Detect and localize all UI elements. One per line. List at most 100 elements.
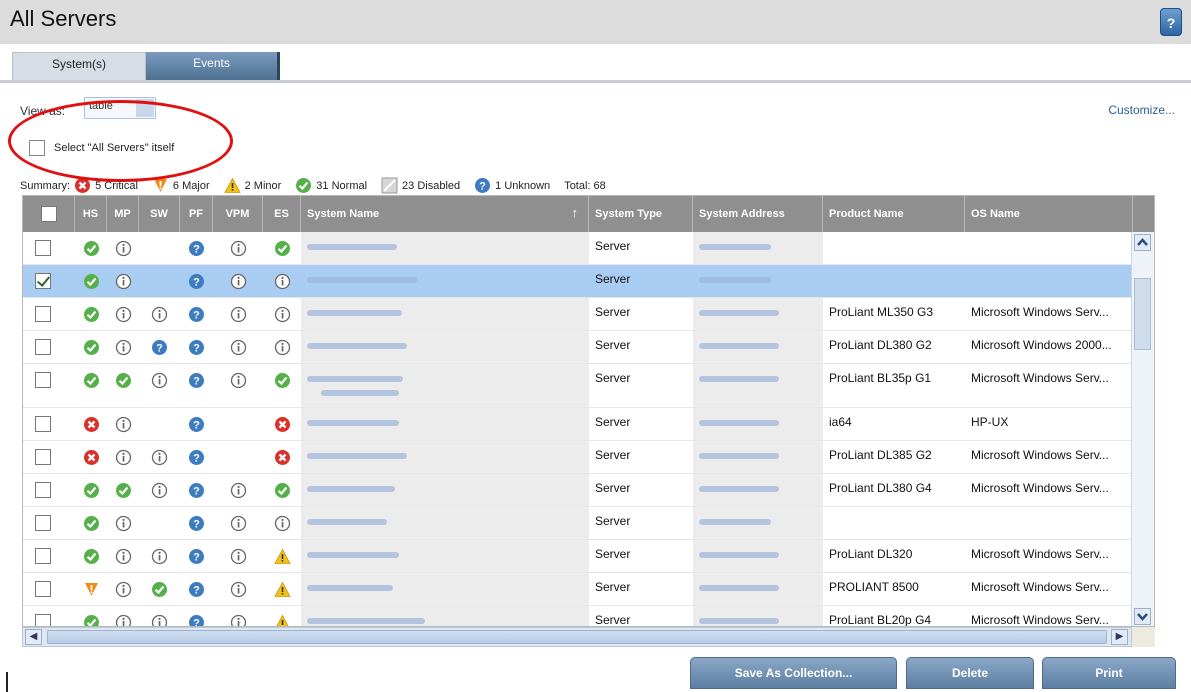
system-name-link[interactable] <box>301 441 589 473</box>
scroll-left-button[interactable]: ◀ <box>25 629 42 645</box>
status-sw[interactable] <box>139 474 180 506</box>
status-hs[interactable] <box>75 331 107 363</box>
status-vpm[interactable] <box>213 265 263 297</box>
status-mp[interactable] <box>107 331 139 363</box>
info-icon[interactable] <box>230 273 247 290</box>
status-hs[interactable] <box>75 265 107 297</box>
info-icon[interactable] <box>274 339 291 356</box>
unknown-icon[interactable]: ? <box>188 306 205 323</box>
info-icon[interactable] <box>151 482 168 499</box>
status-vpm[interactable] <box>213 606 263 627</box>
header-select-all[interactable] <box>23 196 75 232</box>
critical-icon[interactable] <box>83 416 100 433</box>
status-mp[interactable] <box>107 441 139 473</box>
info-icon[interactable] <box>115 273 132 290</box>
major-icon[interactable] <box>83 581 100 598</box>
status-es[interactable] <box>263 540 301 572</box>
status-es[interactable] <box>263 232 301 264</box>
status-hs[interactable] <box>75 474 107 506</box>
info-icon[interactable] <box>230 614 247 627</box>
normal-icon[interactable] <box>83 306 100 323</box>
status-hs[interactable] <box>75 298 107 330</box>
row-checkbox[interactable] <box>35 372 51 388</box>
status-es[interactable] <box>263 573 301 605</box>
status-mp[interactable] <box>107 232 139 264</box>
critical-icon[interactable] <box>274 416 291 433</box>
status-mp[interactable] <box>107 540 139 572</box>
horizontal-scroll-thumb[interactable] <box>47 630 1107 644</box>
row-checkbox[interactable] <box>35 339 51 355</box>
status-hs[interactable] <box>75 441 107 473</box>
status-pf[interactable]: ? <box>180 364 213 407</box>
info-icon[interactable] <box>115 614 132 627</box>
unknown-icon[interactable]: ? <box>188 548 205 565</box>
unknown-icon[interactable]: ? <box>188 240 205 257</box>
info-icon[interactable] <box>115 515 132 532</box>
info-icon[interactable] <box>230 515 247 532</box>
info-icon[interactable] <box>115 416 132 433</box>
select-all-checkbox[interactable] <box>40 206 57 222</box>
normal-icon[interactable] <box>115 372 132 389</box>
info-icon[interactable] <box>230 339 247 356</box>
info-icon[interactable] <box>151 614 168 627</box>
status-hs[interactable] <box>75 507 107 539</box>
system-name-link[interactable] <box>301 364 589 407</box>
info-icon[interactable] <box>115 339 132 356</box>
status-sw[interactable]: ? <box>139 331 180 363</box>
row-checkbox[interactable] <box>35 240 51 256</box>
status-vpm[interactable] <box>213 331 263 363</box>
delete-button[interactable]: Delete <box>906 657 1034 689</box>
normal-icon[interactable] <box>115 482 132 499</box>
unknown-icon[interactable]: ? <box>188 416 205 433</box>
normal-icon[interactable] <box>274 482 291 499</box>
row-checkbox[interactable] <box>35 449 51 465</box>
normal-icon[interactable] <box>83 515 100 532</box>
column-header-system-type[interactable]: System Type <box>589 196 693 232</box>
normal-icon[interactable] <box>274 372 291 389</box>
system-name-link[interactable] <box>301 474 589 506</box>
status-es[interactable] <box>263 364 301 407</box>
status-es[interactable] <box>263 265 301 297</box>
column-header-product-name[interactable]: Product Name <box>823 196 965 232</box>
horizontal-scrollbar[interactable]: ◀ ▶ <box>22 627 1132 647</box>
normal-icon[interactable] <box>83 339 100 356</box>
system-name-link[interactable] <box>301 265 589 297</box>
tab-systems[interactable]: System(s) <box>12 52 146 80</box>
status-hs[interactable] <box>75 364 107 407</box>
minor-icon[interactable] <box>274 614 291 627</box>
info-icon[interactable] <box>230 306 247 323</box>
status-mp[interactable] <box>107 265 139 297</box>
column-header-hs[interactable]: HS <box>75 196 107 232</box>
info-icon[interactable] <box>115 240 132 257</box>
help-button[interactable]: ? <box>1160 8 1182 36</box>
status-hs[interactable] <box>75 232 107 264</box>
table-row[interactable]: ? Server ProLiant BL20p G4 Microsoft Window… <box>23 606 1133 627</box>
info-icon[interactable] <box>151 372 168 389</box>
row-checkbox[interactable] <box>35 614 51 626</box>
status-pf[interactable]: ? <box>180 474 213 506</box>
status-vpm[interactable] <box>213 232 263 264</box>
normal-icon[interactable] <box>151 581 168 598</box>
table-row[interactable]: ? Server <box>23 507 1133 540</box>
status-sw[interactable] <box>139 606 180 627</box>
status-es[interactable] <box>263 507 301 539</box>
status-vpm[interactable] <box>213 540 263 572</box>
status-sw[interactable] <box>139 298 180 330</box>
normal-icon[interactable] <box>274 240 291 257</box>
unknown-icon[interactable]: ? <box>151 339 168 356</box>
status-mp[interactable] <box>107 474 139 506</box>
normal-icon[interactable] <box>83 548 100 565</box>
column-header-pf[interactable]: PF <box>180 196 213 232</box>
status-vpm[interactable] <box>213 573 263 605</box>
info-icon[interactable] <box>151 548 168 565</box>
print-button[interactable]: Print <box>1042 657 1176 689</box>
system-name-link[interactable] <box>301 606 589 626</box>
table-row[interactable]: ? Server ProLiant DL380 G4 Microsoft Window… <box>23 474 1133 507</box>
table-row[interactable]: ? Server <box>23 232 1133 265</box>
status-vpm[interactable] <box>213 298 263 330</box>
table-row[interactable]: ? Server ProLiant ML350 G3 Microsoft Window… <box>23 298 1133 331</box>
status-mp[interactable] <box>107 298 139 330</box>
status-mp[interactable] <box>107 606 139 627</box>
customize-link[interactable]: Customize... <box>1108 103 1175 117</box>
column-header-os-name[interactable]: OS Name <box>965 196 1133 232</box>
